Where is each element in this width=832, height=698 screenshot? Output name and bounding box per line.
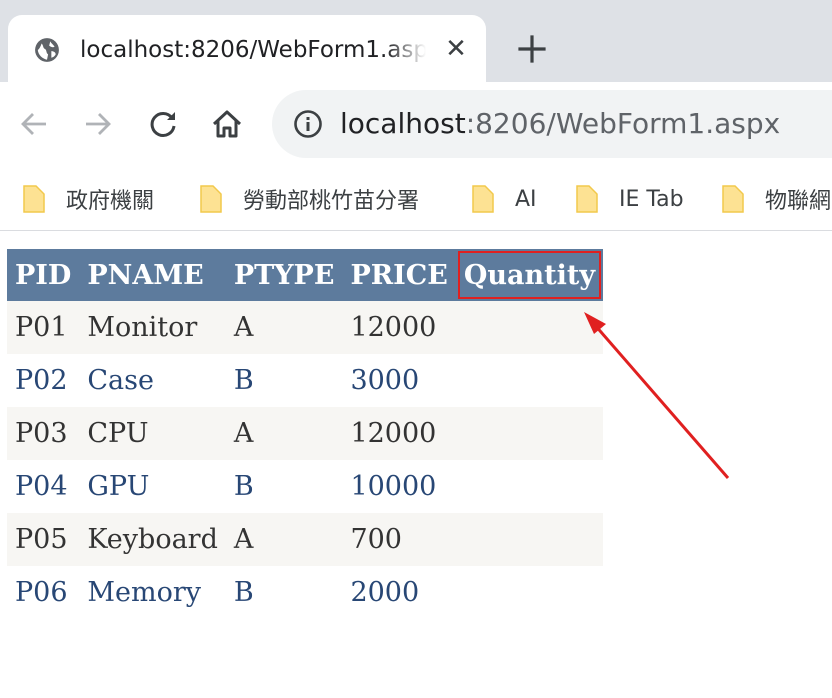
cell-quantity [455, 566, 604, 619]
products-grid: PID PNAME PTYPE PRICE Quantity P01 Monit… [7, 249, 604, 619]
column-header-pid: PID [7, 249, 80, 301]
cell-pid: P02 [7, 354, 80, 407]
new-tab-icon[interactable] [514, 31, 550, 67]
tab-strip: localhost:8206/WebForm1.aspx ✕ [0, 0, 832, 82]
address-url: localhost:8206/WebForm1.aspx [340, 106, 780, 142]
browser-toolbar: localhost:8206/WebForm1.aspx [0, 82, 832, 168]
cell-pname: Keyboard [79, 513, 226, 566]
grid-header-row: PID PNAME PTYPE PRICE Quantity [7, 249, 604, 301]
folder-icon [722, 185, 744, 213]
globe-icon [35, 38, 59, 62]
cell-pid: P05 [7, 513, 80, 566]
address-bar[interactable]: localhost:8206/WebForm1.aspx [272, 90, 832, 158]
cell-ptype: A [225, 301, 343, 354]
cell-pid: P06 [7, 566, 80, 619]
cell-price: 3000 [342, 354, 456, 407]
cell-ptype: B [225, 460, 343, 513]
tab-close-icon[interactable]: ✕ [442, 35, 470, 63]
cell-pname: Monitor [79, 301, 226, 354]
cell-pid: P04 [7, 460, 80, 513]
cell-pid: P01 [7, 301, 80, 354]
bookmark-item[interactable]: IE Tab [575, 182, 684, 216]
table-row: P06 Memory B 2000 [7, 566, 604, 619]
bookmarks-bar: 政府機關 勞動部桃竹苗分署 AI IE Tab 物聯網 [0, 168, 832, 231]
cell-ptype: B [225, 566, 343, 619]
cell-ptype: A [225, 407, 343, 460]
cell-pname: Memory [79, 566, 226, 619]
forward-icon[interactable] [80, 106, 116, 142]
column-header-price: PRICE [342, 249, 456, 301]
cell-pname: CPU [79, 407, 226, 460]
cell-pname: Case [79, 354, 226, 407]
cell-price: 12000 [342, 301, 456, 354]
folder-icon [576, 185, 598, 213]
cell-ptype: A [225, 513, 343, 566]
cell-quantity [455, 513, 604, 566]
back-icon[interactable] [16, 106, 52, 142]
bookmark-item[interactable]: 政府機關 [22, 182, 154, 216]
url-host: localhost [340, 107, 466, 140]
cell-pid: P03 [7, 407, 80, 460]
bookmark-label: IE Tab [619, 186, 684, 212]
folder-icon [200, 185, 222, 213]
cell-price: 700 [342, 513, 456, 566]
reload-icon[interactable] [145, 106, 181, 142]
column-header-pname: PNAME [79, 249, 226, 301]
tab-title: localhost:8206/WebForm1.aspx [80, 35, 426, 65]
home-icon[interactable] [209, 106, 245, 142]
annotation-arrow [584, 312, 730, 479]
site-info-icon[interactable] [292, 108, 324, 140]
cell-price: 10000 [342, 460, 456, 513]
cell-ptype: B [225, 354, 343, 407]
url-rest: :8206/WebForm1.aspx [465, 107, 781, 140]
bookmark-item[interactable]: AI [471, 182, 537, 216]
browser-tab[interactable]: localhost:8206/WebForm1.aspx ✕ [8, 15, 486, 82]
cell-price: 2000 [342, 566, 456, 619]
bookmark-item[interactable]: 勞動部桃竹苗分署 [199, 182, 419, 216]
folder-icon [472, 185, 494, 213]
folder-icon [23, 185, 45, 213]
bookmark-item[interactable]: 物聯網 [721, 182, 831, 216]
bookmark-label: 勞動部桃竹苗分署 [243, 189, 420, 214]
table-row: P03 CPU A 12000 [7, 407, 604, 460]
bookmark-label: AI [515, 186, 537, 212]
table-row: P01 Monitor A 12000 [7, 301, 604, 354]
table-row: P04 GPU B 10000 [7, 460, 604, 513]
cell-pname: GPU [79, 460, 226, 513]
table-row: P02 Case B 3000 [7, 354, 604, 407]
bookmark-label: 物聯網 [765, 189, 832, 214]
cell-price: 12000 [342, 407, 456, 460]
bookmark-label: 政府機關 [66, 189, 155, 214]
table-row: P05 Keyboard A 700 [7, 513, 604, 566]
column-header-ptype: PTYPE [225, 249, 343, 301]
